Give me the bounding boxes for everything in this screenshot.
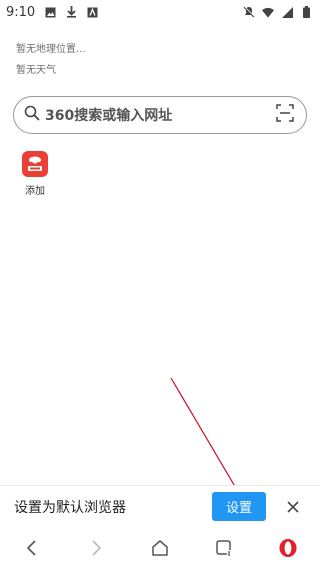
scan-icon[interactable] [276,104,294,126]
search-icon [24,105,40,125]
shortcut-add[interactable]: 添加 [20,151,50,197]
mute-icon [243,6,255,18]
set-default-button[interactable]: 设置 [212,492,266,521]
weather-text: 暂无天气 [16,65,56,76]
status-bar: 9:10 [0,0,320,24]
wifi-icon [262,6,274,18]
opera-icon[interactable] [271,531,305,565]
forward-icon[interactable] [79,531,113,565]
close-icon[interactable] [280,494,306,520]
tabs-icon[interactable] [207,531,241,565]
status-time: 9:10 [6,4,36,20]
download-icon [65,6,77,18]
location-text: 暂无地理位置... [16,44,86,55]
shortcut-label: 添加 [25,186,45,197]
search-placeholder[interactable]: 360搜索或输入网址 [45,105,276,125]
image-icon [44,6,56,18]
battery-icon [300,6,312,18]
annotation-arrow [170,377,267,541]
app-icon [86,6,98,18]
jd-shortcut-icon[interactable] [22,151,48,177]
default-browser-bar: 设置为默认浏览器 设置 [0,485,320,527]
default-browser-text: 设置为默认浏览器 [14,499,126,516]
bottom-nav [0,527,320,568]
signal-icon [281,6,293,18]
search-box[interactable]: 360搜索或输入网址 [13,96,307,134]
back-icon[interactable] [15,531,49,565]
home-icon[interactable] [143,531,177,565]
